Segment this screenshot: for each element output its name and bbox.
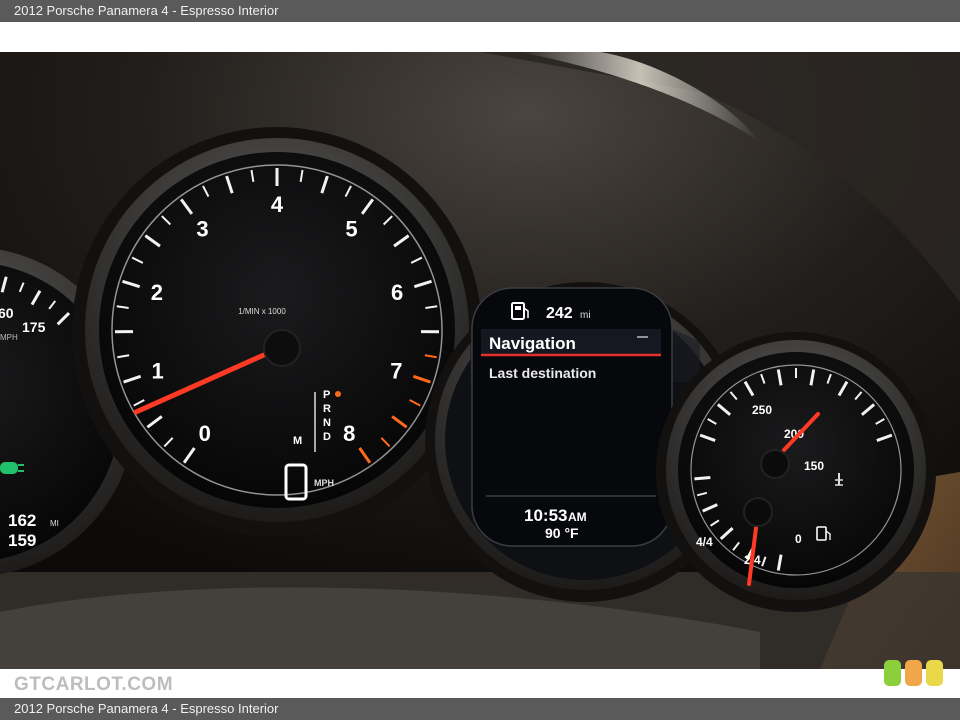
menu-title: Navigation xyxy=(489,334,576,353)
tachometer-label: 5 xyxy=(345,216,357,241)
tachometer-gauge: 012345678 1/MIN x 1000 P R N D M 0 MPH xyxy=(72,127,482,537)
site-watermark: GTCARLOT.COM xyxy=(14,674,174,695)
fuel-label-full: 4/4 xyxy=(696,535,713,549)
speed-unit: MPH xyxy=(314,478,334,488)
odometer-top-value: 162 xyxy=(8,511,36,530)
gear-n: N xyxy=(323,417,331,429)
menu-item-last-destination: Last destination xyxy=(489,365,596,381)
temp-needle-hub xyxy=(760,449,790,479)
clock-time: 10:53 xyxy=(524,506,567,525)
gear-m: M xyxy=(293,435,302,447)
gear-r: R xyxy=(323,403,331,415)
gear-d: D xyxy=(323,431,331,443)
yellow-light-icon xyxy=(926,660,943,686)
image-title: 2012 Porsche Panamera 4 - Espresso Inter… xyxy=(14,3,279,18)
tachometer-label: 6 xyxy=(391,280,403,305)
gear-p: P xyxy=(323,389,330,401)
tachometer-label: 4 xyxy=(271,192,284,217)
tachometer-label: 8 xyxy=(343,421,355,446)
image-caption: 2012 Porsche Panamera 4 - Espresso Inter… xyxy=(14,701,279,716)
bottom-caption-bar: 2012 Porsche Panamera 4 - Espresso Inter… xyxy=(0,698,960,720)
left-gauge-unit: MPH xyxy=(0,333,18,342)
range-unit: mi xyxy=(580,310,591,321)
cluster-svg: 60 175 MPH 162 MI 159 0 1 2 3 4 5 6 7 8 1/MIN x … xyxy=(0,52,960,669)
left-gauge-label-175: 175 xyxy=(22,319,46,335)
gear-indicator-dot xyxy=(335,391,341,397)
outside-temperature: 90 °F xyxy=(545,525,579,541)
temp-label-250: 250 xyxy=(752,403,772,417)
fuel-label-empty: 0 xyxy=(795,532,802,546)
clock-suffix: AM xyxy=(568,510,587,524)
instrument-cluster-photo: 60 175 MPH 162 MI 159 0 1 2 3 4 5 6 7 8 1/MIN x … xyxy=(0,52,960,669)
odometer-unit: MI xyxy=(50,519,59,528)
fuel-needle-hub xyxy=(743,497,773,527)
tachometer-label: 3 xyxy=(196,216,208,241)
tachometer-label: 1 xyxy=(152,359,164,384)
range-value: 242 xyxy=(546,305,573,322)
temp-label-150: 150 xyxy=(804,459,824,473)
green-light-icon xyxy=(884,660,901,686)
tachometer-label: 7 xyxy=(390,359,402,384)
display-screen xyxy=(471,287,673,547)
traffic-light-logo xyxy=(884,658,946,688)
odometer-bottom-value: 159 xyxy=(8,531,36,550)
needle-hub xyxy=(263,329,301,367)
orange-light-icon xyxy=(905,660,922,686)
temperature-fuel-gauge: 250 200 150 4/4 2/4 0 xyxy=(656,332,936,612)
tachometer-label: 2 xyxy=(151,280,163,305)
tachometer-unit: 1/MIN x 1000 xyxy=(238,307,286,316)
top-caption-bar: 2012 Porsche Panamera 4 - Espresso Inter… xyxy=(0,0,960,22)
tachometer-label: 0 xyxy=(199,421,211,446)
gauge-tick xyxy=(694,476,711,481)
left-gauge-label-60: 60 xyxy=(0,305,14,321)
